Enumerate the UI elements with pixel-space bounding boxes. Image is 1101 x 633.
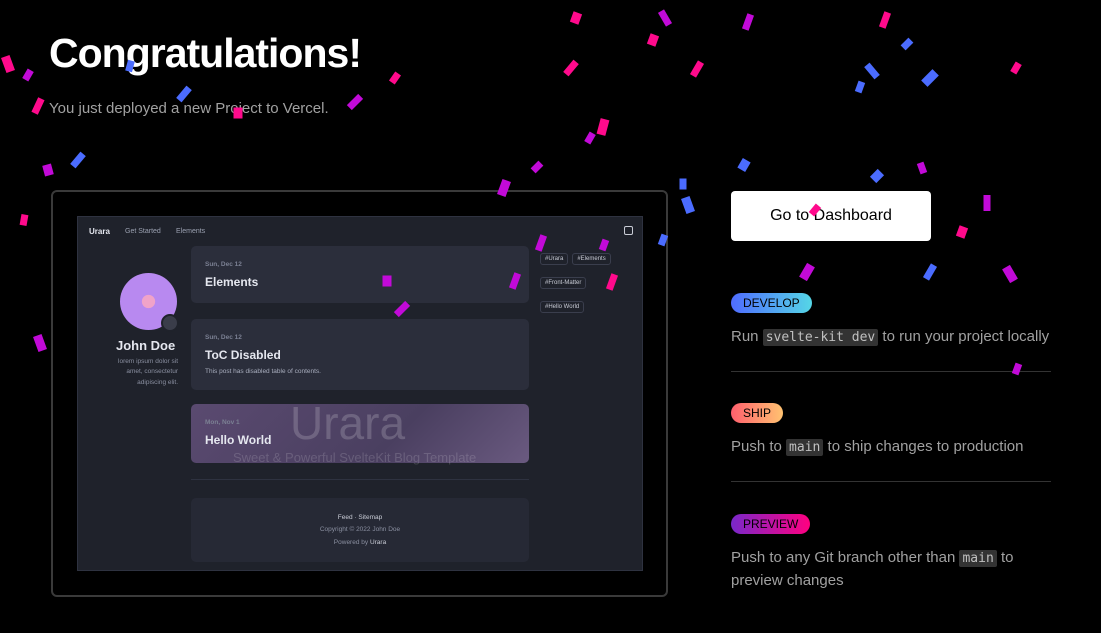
- avatar: [120, 273, 179, 332]
- confetti-piece: [646, 33, 660, 47]
- confetti-piece: [681, 195, 695, 215]
- page-title: Congratulations!: [49, 30, 362, 76]
- confetti-piece: [854, 80, 866, 94]
- post-title: Hello World: [205, 433, 272, 447]
- tag: #Urara: [540, 253, 569, 265]
- tag: #Elements: [572, 253, 611, 265]
- step-badge: SHIP: [731, 403, 784, 423]
- step-text-before: Run: [731, 328, 763, 345]
- step-text-before: Push to: [731, 438, 787, 455]
- post-description: This post has disabled table of contents…: [205, 368, 321, 375]
- confetti-piece: [1, 54, 15, 74]
- confetti-piece: [921, 69, 939, 87]
- footer-powered: Powered by Urara: [191, 537, 529, 549]
- confetti-piece: [737, 157, 751, 173]
- post-title: ToC Disabled: [205, 348, 281, 362]
- step-preview: PREVIEW Push to any Git branch other tha…: [731, 514, 1051, 592]
- confetti-piece: [741, 13, 755, 31]
- tag: #Hello World: [540, 301, 585, 313]
- avatar-badge-icon: [161, 314, 179, 332]
- post-date: Sun, Dec 12: [205, 334, 242, 341]
- step-code: main: [959, 550, 997, 567]
- confetti-piece: [569, 11, 583, 25]
- divider: [731, 371, 1051, 372]
- divider: [191, 479, 529, 480]
- confetti-piece: [916, 161, 928, 175]
- confetti-piece: [878, 11, 892, 29]
- confetti-piece: [983, 195, 991, 211]
- step-text-before: Push to any Git branch other than: [731, 549, 960, 566]
- confetti-piece: [530, 160, 544, 174]
- step-text-after: to ship changes to production: [823, 438, 1024, 455]
- page-subtitle: You just deployed a new Project to Verce…: [49, 100, 329, 117]
- confetti-piece: [799, 262, 815, 282]
- confetti-piece: [563, 59, 579, 77]
- confetti-piece: [31, 97, 45, 115]
- step-text: Push to any Git branch other than main t…: [731, 547, 1051, 592]
- step-text: Run svelte-kit dev to run your project l…: [731, 326, 1051, 349]
- post-watermark: Urara: [290, 397, 406, 449]
- confetti-piece: [679, 178, 687, 190]
- preview-nav-link: Elements: [176, 228, 206, 235]
- post-watermark-sub: Sweet & Powerful SvelteKit Blog Template: [233, 450, 477, 465]
- post-date: Sun, Dec 12: [205, 261, 242, 268]
- confetti-piece: [42, 163, 54, 177]
- step-text: Push to main to ship changes to producti…: [731, 436, 1051, 459]
- step-develop: DEVELOP Run svelte-kit dev to run your p…: [731, 293, 1051, 372]
- confetti-piece: [1002, 264, 1018, 284]
- post-card: Urara Sweet & Powerful SvelteKit Blog Te…: [191, 397, 529, 465]
- deployment-screenshot: Urara Get Started Elements John Doe lore…: [77, 216, 643, 571]
- step-code: main: [786, 439, 824, 456]
- post-title: Elements: [205, 275, 259, 289]
- confetti-piece: [22, 68, 34, 82]
- post-date: Mon, Nov 1: [205, 419, 240, 426]
- step-ship: SHIP Push to main to ship changes to pro…: [731, 403, 1051, 482]
- footer-copyright: Copyright © 2022 John Doe: [319, 526, 401, 534]
- tag-list: #Urara #Elements #Front-Matter #Hello World: [540, 247, 630, 319]
- divider: [731, 481, 1051, 482]
- confetti-piece: [346, 93, 364, 111]
- confetti-piece: [689, 60, 705, 78]
- footer-powered-prefix: Powered by: [333, 538, 370, 546]
- preview-brand: Urara: [89, 227, 110, 236]
- confetti-piece: [864, 62, 880, 80]
- step-badge: DEVELOP: [731, 293, 812, 313]
- step-badge: PREVIEW: [731, 514, 811, 534]
- profile-bio: lorem ipsum dolor sit amet, consectetur …: [118, 358, 178, 386]
- profile-name: John Doe: [116, 338, 176, 353]
- preview-nav-link: Get Started: [125, 228, 161, 235]
- confetti-piece: [33, 333, 47, 353]
- footer-powered-by: Urara: [369, 538, 387, 546]
- confetti-piece: [900, 37, 914, 51]
- confetti-piece: [70, 151, 86, 169]
- confetti-piece: [19, 213, 29, 227]
- post-card: Sun, Dec 12 Elements: [191, 246, 529, 303]
- footer-links: Feed · Sitemap: [337, 514, 383, 521]
- confetti-piece: [1010, 61, 1022, 75]
- confetti-piece: [869, 168, 885, 184]
- confetti-piece: [657, 9, 673, 27]
- confetti-piece: [596, 118, 610, 136]
- go-to-dashboard-button[interactable]: Go to Dashboard: [731, 191, 931, 241]
- preview-nav: Urara Get Started Elements: [78, 217, 642, 245]
- step-code: svelte-kit dev: [762, 329, 879, 346]
- preview-footer: Feed · Sitemap Copyright © 2022 John Doe…: [191, 498, 529, 562]
- confetti-piece: [388, 71, 402, 85]
- step-text-after: to run your project locally: [878, 328, 1050, 345]
- confetti-piece: [955, 225, 969, 239]
- tag: #Front-Matter: [540, 277, 587, 289]
- post-card: Sun, Dec 12 ToC Disabled This post has d…: [191, 319, 529, 390]
- confetti-piece: [922, 263, 938, 281]
- deployment-preview-frame[interactable]: Urara Get Started Elements John Doe lore…: [51, 190, 668, 597]
- confetti-piece: [584, 131, 596, 145]
- theme-toggle-icon: [624, 226, 633, 235]
